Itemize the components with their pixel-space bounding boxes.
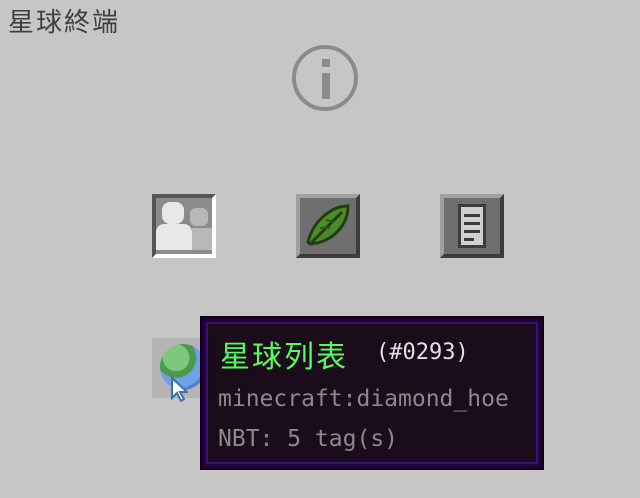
tooltip-item-name: 星球列表 [220, 340, 348, 375]
seed-button[interactable] [296, 194, 360, 258]
players-button[interactable] [152, 194, 216, 258]
bottom-label [8, 488, 88, 498]
info-icon-dot [322, 59, 330, 67]
screen-title: 星球終端 [8, 8, 121, 38]
document-icon [458, 204, 486, 248]
people-icon-second-body [192, 228, 212, 250]
people-icon-body [156, 224, 192, 250]
document-icon-line [464, 222, 480, 225]
info-button[interactable] [292, 45, 358, 111]
info-icon-bar [322, 73, 330, 99]
document-icon-line [464, 230, 480, 233]
tooltip-registry-name: minecraft:diamond_hoe [218, 386, 509, 412]
leaf-icon [306, 204, 350, 246]
document-icon-line [464, 238, 474, 241]
tooltip-item-id: (#0293) [376, 340, 469, 365]
people-icon [162, 202, 184, 224]
mouse-cursor-icon [171, 376, 188, 402]
log-button[interactable] [440, 194, 504, 258]
document-icon-line [464, 214, 480, 217]
item-tooltip: 星球列表 (#0293) minecraft:diamond_hoe NBT: … [200, 316, 544, 470]
tooltip-nbt-count: NBT: 5 tag(s) [218, 426, 399, 452]
people-icon-second-head [190, 208, 208, 226]
